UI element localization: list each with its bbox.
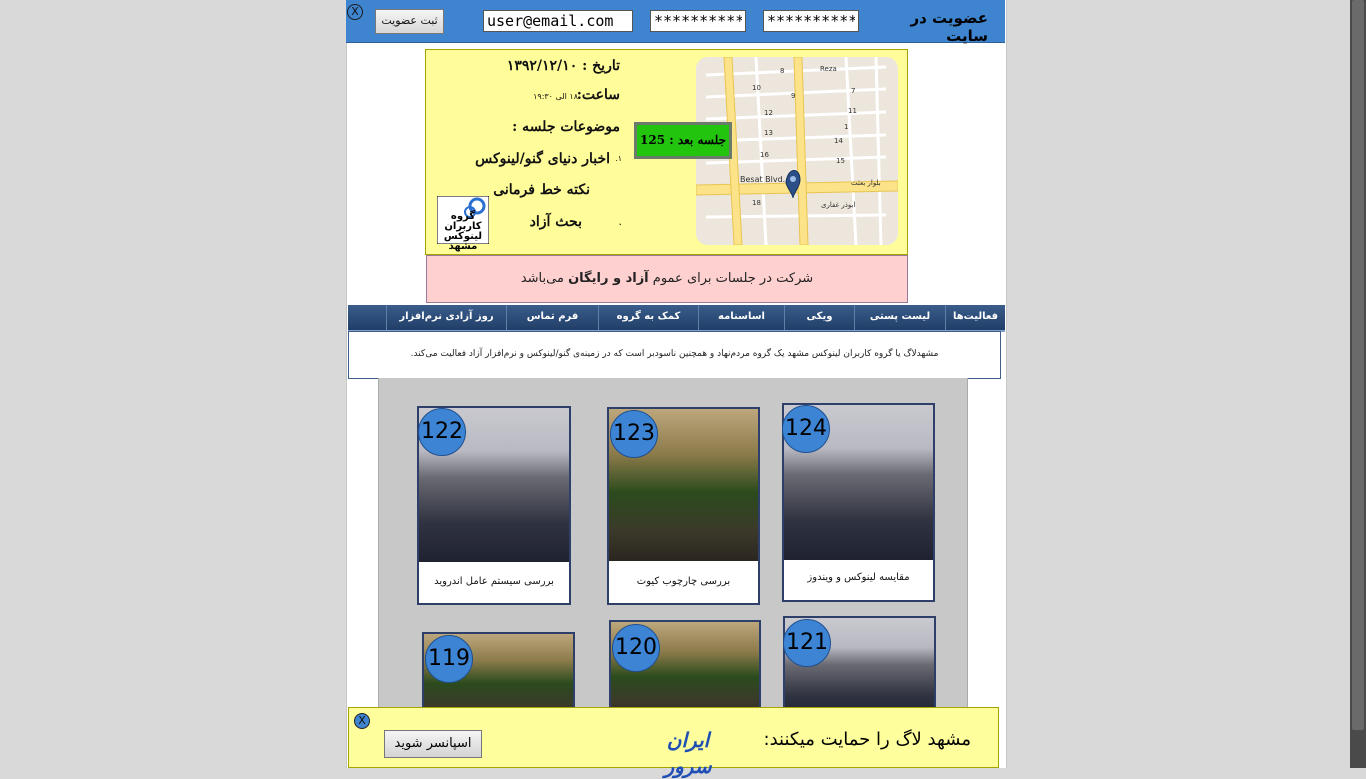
logo-text: گروه کاربران لینوکس مشهد — [443, 211, 483, 252]
map-block-number: 10 — [752, 84, 761, 92]
registration-title: عضویت در سایت — [910, 9, 989, 45]
become-sponsor-button[interactable]: اسپانسر شوید — [384, 730, 482, 758]
map-street-label: ابوذر غفاری — [821, 201, 856, 209]
map-street-label: بلوار بعثت — [851, 179, 881, 187]
map-block-number: 9 — [791, 92, 796, 100]
session-number-badge: 120 — [612, 624, 660, 672]
nav-item-contact[interactable]: فرم تماس — [506, 305, 598, 330]
nav-item-donate[interactable]: کمک به گروه — [598, 305, 698, 330]
email-field[interactable] — [483, 10, 633, 32]
session-number-badge: 124 — [782, 405, 830, 453]
sponsor-text: مشهد لاگ را حمایت میکنند: — [763, 729, 972, 750]
map-block-number: 18 — [752, 199, 761, 207]
scrollbar-thumb[interactable] — [1352, 0, 1364, 730]
map-block-number: 14 — [834, 137, 843, 145]
about-text: مشهدلاگ یا گروه کاربران لینوکس مشهد یک گ… — [348, 331, 1001, 379]
map-block-number: 15 — [836, 157, 845, 165]
nav-item-constitution[interactable]: اساسنامه — [698, 305, 784, 330]
topic-3-number: . — [618, 215, 623, 228]
map-street-label: Reza — [820, 65, 837, 73]
nav-item-software-freedom-day[interactable]: روز آزادی نرم‌افزار — [386, 305, 506, 330]
session-gallery: بررسی سیستم عامل اندروید 122 بررسی چارچو… — [378, 378, 968, 708]
password-field[interactable] — [650, 10, 746, 32]
session-number-badge: 121 — [783, 619, 831, 667]
close-sponsor-button[interactable]: X — [354, 713, 370, 729]
next-session-badge: جلسه بعد : 125 — [634, 122, 732, 159]
password-confirm-field[interactable] — [763, 10, 859, 32]
session-time-value: ۱۸ الی ۱۹:۳۰ — [533, 92, 578, 101]
map-block-number: 11 — [848, 107, 857, 115]
nav-item-wiki[interactable]: ویکی — [784, 305, 854, 330]
map-block-number: 7 — [851, 87, 856, 95]
map-street-label: Besat Blvd. — [740, 175, 786, 184]
free-participation-notice: شرکت در جلسات برای عموم آزاد و رایگان می… — [426, 255, 908, 303]
session-caption: بررسی سیستم عامل اندروید — [434, 576, 554, 587]
map-block-number: 1 — [844, 123, 849, 131]
session-number-badge: 123 — [610, 410, 658, 458]
map-block-number: 8 — [780, 67, 785, 75]
topic-1: اخبار دنیای گنو/لینوکس — [475, 151, 610, 167]
topic-3: بحث آزاد — [529, 214, 582, 230]
map-block-number: 13 — [764, 129, 773, 137]
session-date: تاریخ : ۱۳۹۲/۱۲/۱۰ — [506, 58, 620, 74]
map-block-number: 12 — [764, 109, 773, 117]
session-time-label: ساعت: — [576, 87, 620, 103]
session-caption: بررسی چارچوب کیوت — [636, 576, 731, 587]
main-nav: فعالیت‌ها لیست پستی ویکی اساسنامه کمک به… — [348, 305, 1005, 332]
session-caption: مقایسه لینوکس و ویندوز — [807, 572, 910, 583]
iranserver-logo[interactable]: ایران سرور — [640, 727, 736, 778]
session-topics-label: موضوعات جلسه : — [512, 119, 620, 135]
nav-item-activities[interactable]: فعالیت‌ها — [945, 305, 1005, 330]
notice-text-bold: آزاد و رایگان — [568, 271, 649, 286]
nav-item-mailing-list[interactable]: لیست پستی — [854, 305, 945, 330]
session-number-badge: 122 — [418, 408, 466, 456]
notice-text-before: شرکت در جلسات برای عموم — [652, 271, 814, 286]
close-registration-button[interactable]: X — [347, 4, 363, 20]
mashhad-lug-logo: گروه کاربران لینوکس مشهد — [436, 195, 490, 252]
register-button[interactable]: ثبت عضویت — [375, 9, 444, 34]
session-number-badge: 119 — [425, 635, 473, 683]
topic-1-number: ۱. — [615, 154, 622, 163]
map-block-number: 16 — [760, 151, 769, 159]
notice-text-after: می‌باشد — [520, 271, 564, 286]
